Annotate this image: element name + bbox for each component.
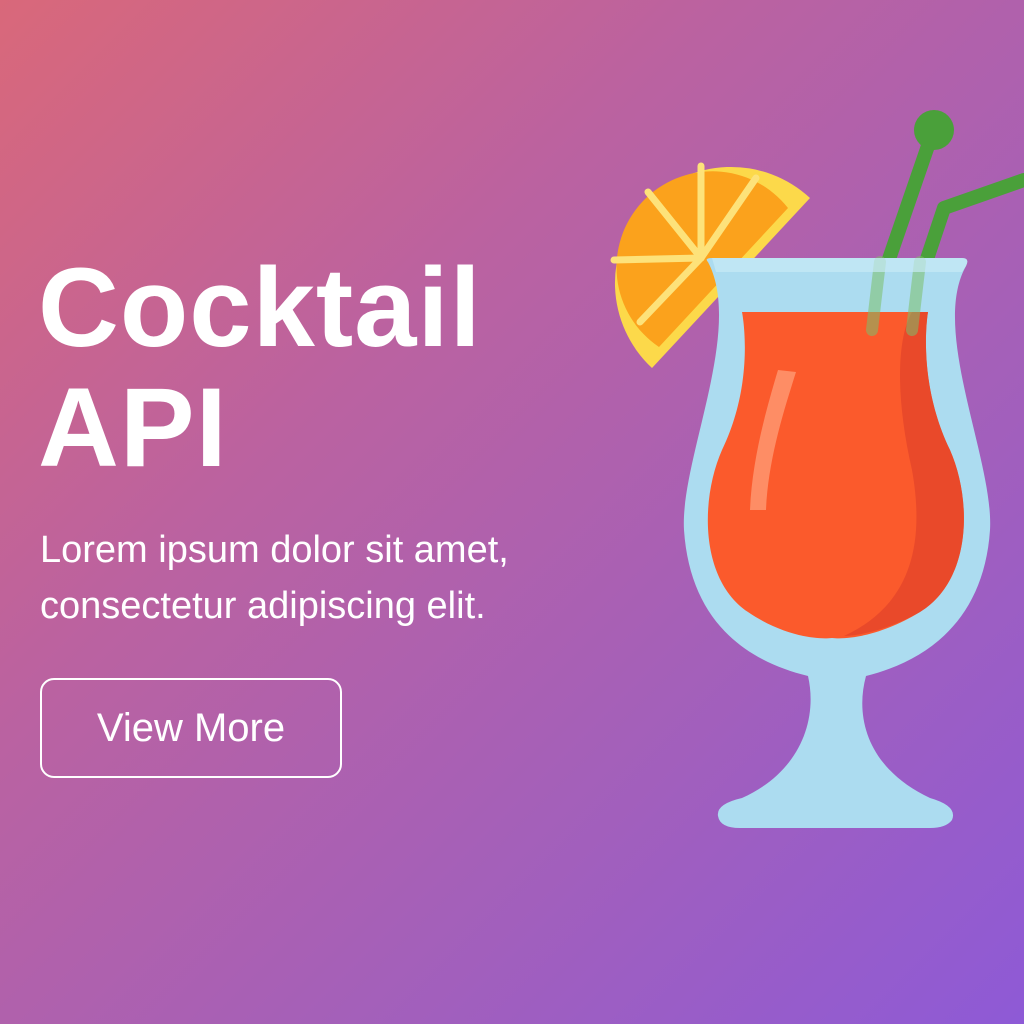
hero-section: Cocktail API Lorem ipsum dolor sit amet,… <box>0 0 1024 1024</box>
straw-icon <box>881 110 1024 269</box>
cocktail-glass-icon <box>610 110 1024 828</box>
